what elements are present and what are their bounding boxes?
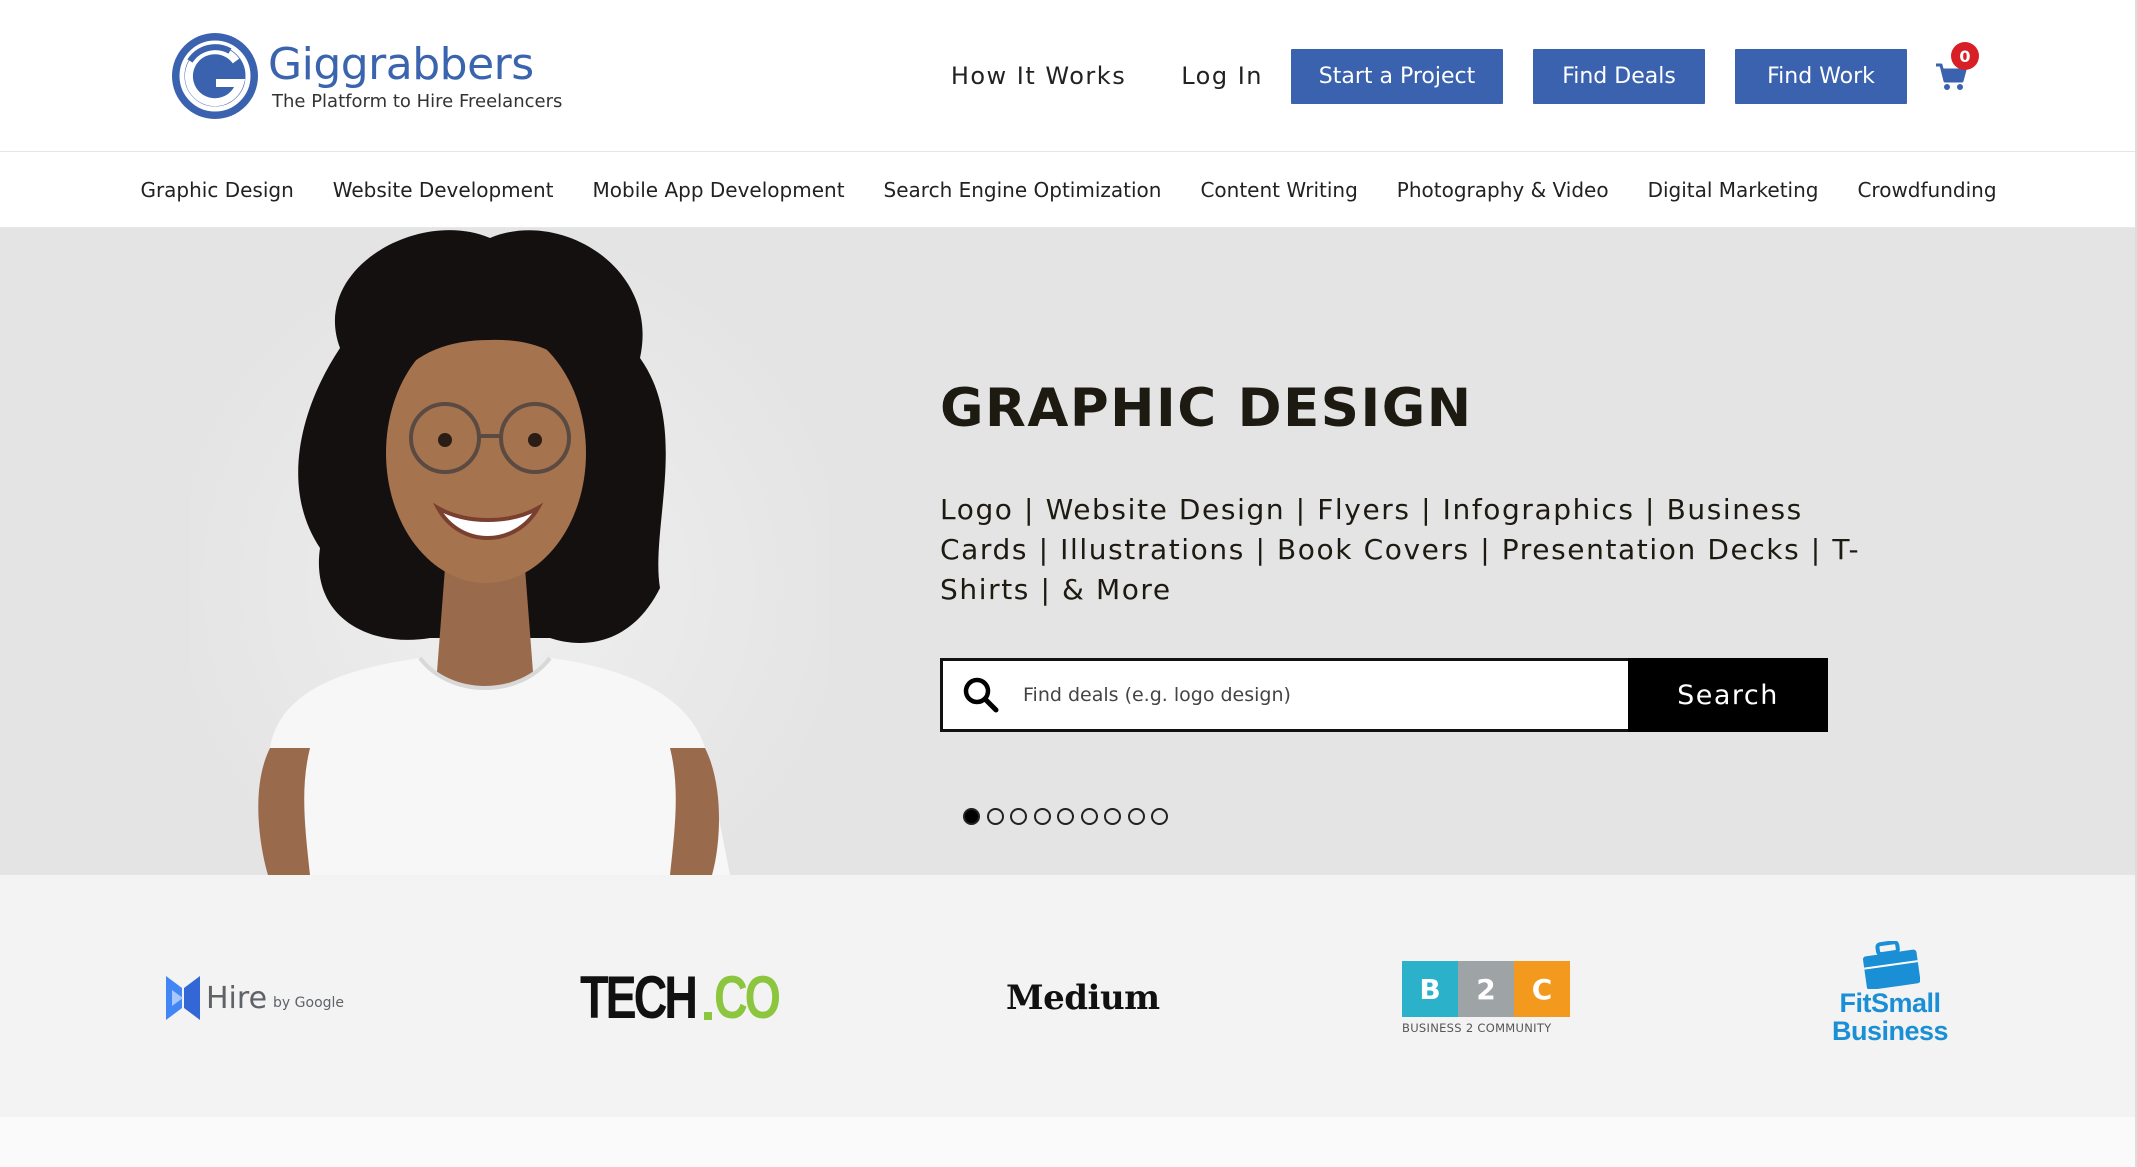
b2c-logo: B 2 C BUSINESS 2 COMMUNITY [1402,961,1570,1035]
hero-subtitle: Logo | Website Design | Flyers | Infogra… [940,493,1861,606]
category-crowdfunding[interactable]: Crowdfunding [1857,178,1996,202]
slider-dot[interactable] [1151,808,1168,825]
press-logos: Hire by Google TECH CO Medium B 2 C BUSI… [0,875,2137,1117]
hire-by-google-logo: Hire by Google [166,975,344,1021]
cart-button[interactable]: 0 [1935,42,1979,96]
slider-dot[interactable] [1033,808,1051,825]
medium-text: Medium [1006,978,1160,1018]
hero-title: GRAPHIC DESIGN [940,378,1473,439]
how-it-works-link[interactable]: How It Works [951,62,1126,90]
find-work-button[interactable]: Find Work [1735,48,1907,104]
b2c-letter-b: B [1402,961,1458,1017]
category-mobile-app-development[interactable]: Mobile App Development [593,178,845,202]
top-nav: How It Works Log In Start a Project Find… [951,42,1979,104]
techco-co-text: CO [714,963,781,1031]
slider-dot[interactable] [1104,808,1121,825]
hire-google-icon [166,976,200,1020]
log-in-link[interactable]: Log In [1181,62,1263,90]
b2c-letter-2: 2 [1458,961,1514,1017]
b2c-caption: BUSINESS 2 COMMUNITY [1402,1021,1552,1035]
slider-dot[interactable] [1080,808,1098,825]
category-bar: Graphic Design Website Development Mobil… [0,152,2137,228]
fitsmall-line2: Business [1832,1016,1949,1046]
start-project-button[interactable]: Start a Project [1291,48,1503,104]
search-button[interactable]: Search [1628,658,1828,732]
slider-dot[interactable] [1057,808,1074,825]
hire-text: Hire [206,980,268,1016]
hero-woman-photo [190,228,830,875]
deal-search-form: Search [940,658,1828,732]
medium-logo: Medium [1006,975,1160,1021]
category-digital-marketing[interactable]: Digital Marketing [1648,178,1819,202]
slider-dot[interactable] [1127,808,1145,825]
category-graphic-design[interactable]: Graphic Design [140,178,293,202]
techco-dot [704,1012,712,1020]
techco-tech-text: TECH [580,963,698,1031]
category-website-development[interactable]: Website Development [333,178,554,202]
logo[interactable]: Giggrabbers The Platform to Hire Freelan… [170,30,562,122]
below-fold-section [0,1117,2137,1167]
giggrabbers-logo-icon [172,33,258,119]
logo-tagline: The Platform to Hire Freelancers [272,90,563,112]
fitsmall-line1: FitSmall [1839,988,1942,1018]
category-seo[interactable]: Search Engine Optimization [884,178,1162,202]
search-input[interactable] [1023,661,1628,729]
slider-pagination [963,808,1175,825]
b2c-puzzle: B 2 C [1402,961,1570,1017]
slider-dot[interactable] [1010,808,1027,825]
find-deals-button[interactable]: Find Deals [1533,48,1705,104]
search-box [940,658,1628,732]
search-icon [963,677,999,713]
site-header: Giggrabbers The Platform to Hire Freelan… [0,0,2137,152]
logo-name: Giggrabbers [268,38,534,90]
briefcase-icon [1863,941,1921,989]
category-content-writing[interactable]: Content Writing [1200,178,1357,202]
techco-logo: TECH CO [580,964,782,1031]
slider-dot[interactable] [963,808,980,825]
b2c-letter-c: C [1514,961,1570,1017]
fitsmall-business-logo: FitSmall Business [1832,941,1949,1046]
cart-count-badge: 0 [1951,42,1979,70]
category-photography-video[interactable]: Photography & Video [1397,178,1609,202]
hero-slider: GRAPHIC DESIGN Logo | Website Design | F… [0,228,2137,875]
slider-dot[interactable] [986,808,1004,825]
by-google-text: by Google [273,995,345,1011]
